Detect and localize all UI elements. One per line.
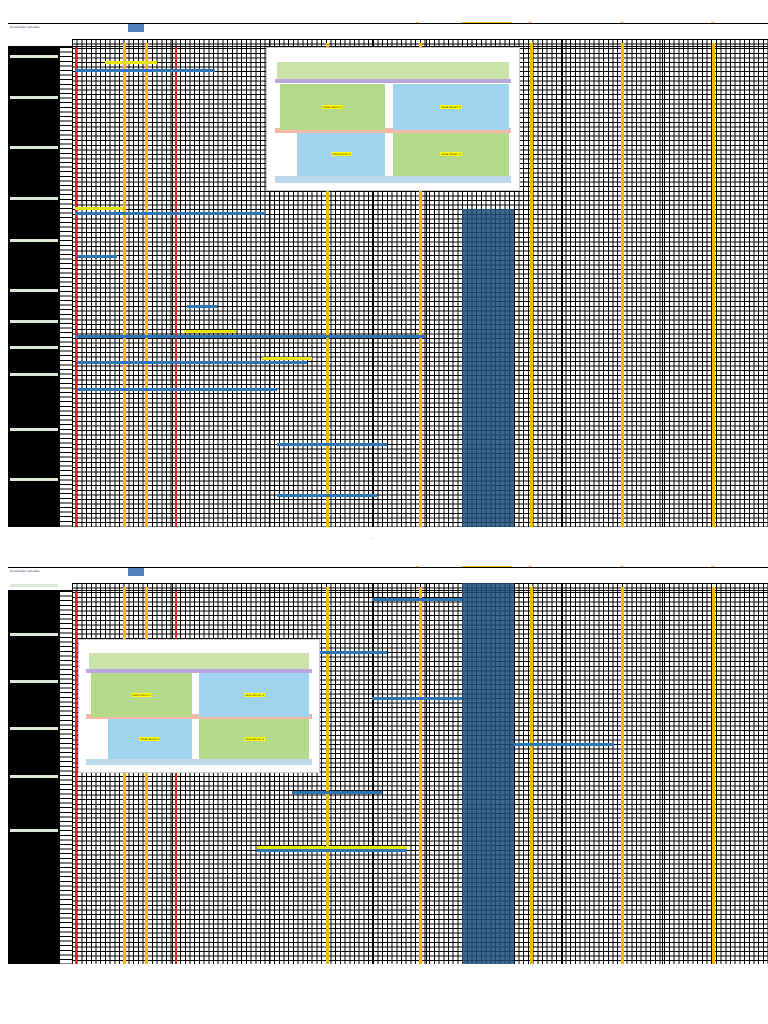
current-period-band [462,583,514,964]
milestone-column [712,587,715,964]
plan-top-strip [88,653,310,670]
plan-bottom-strip [86,758,312,766]
task-bar [77,361,307,364]
task-bar [514,743,614,746]
schedule-page: Construction schedule Clean Room 1 Clean R… [8,567,768,964]
plan-top-strip [277,62,509,80]
task-bar [262,357,312,360]
floor-plan-room: Clean Room 4 [393,133,509,176]
room-label: Clean Room 2 [330,152,352,157]
schedule-page: Construction schedule Clean Room 1 Clean R… [8,23,768,527]
task-bar [277,494,377,497]
section-label [10,346,58,349]
task-bar [184,330,236,333]
header-tag [128,568,144,576]
section-label [10,146,58,149]
section-label [10,428,58,431]
month-divider [172,39,173,527]
plan-bottom-strip [274,175,512,183]
month-divider [426,583,427,964]
milestone-column [530,43,533,527]
milestone-column [621,43,624,527]
floor-plan-image: Clean Room 1 Clean Room 2 Clean Room 3 Clea… [266,47,520,191]
section-label [10,829,58,832]
task-bar [105,61,157,64]
section-label [10,633,58,636]
header-tag [128,24,144,32]
section-label [10,96,58,99]
deadline-line [175,47,177,527]
month-divider [562,39,563,527]
milestone-column [712,43,715,527]
floor-plan-room: Clean Room 1 [91,673,192,717]
room-label: Clean Room 2 [139,736,161,741]
floor-plan-image: Clean Room 1 Clean Room 2 Clean Room 3 Clea… [78,639,320,773]
milestone-column [419,587,422,964]
document-title: Construction schedule [10,569,40,573]
room-label: Clean Room 4 [440,152,462,157]
milestone-column [326,587,329,964]
milestone-column [621,587,624,964]
section-label [10,373,58,376]
task-bar [277,443,387,446]
task-bar [187,305,217,308]
section-label [10,239,58,242]
task-bar [77,388,277,391]
task-name-column [8,47,60,527]
task-bar [75,207,123,210]
floor-plan-room: Clean Room 1 [279,83,386,131]
section-label [10,727,58,730]
room-label: Clean Room 3 [243,692,265,697]
section-label [10,680,58,683]
floor-plan-room: Clean Room 2 [297,133,386,176]
room-label: Clean Room 1 [130,692,152,697]
floor-plan-room: Clean Room 2 [107,719,192,759]
task-bar [77,255,117,258]
task-bar [372,598,462,601]
section-label [10,55,58,58]
month-divider [562,583,563,964]
section-label [10,478,58,481]
room-label: Clean Room 3 [440,104,462,109]
month-divider [662,39,663,527]
milestone-column [530,587,533,964]
room-label: Clean Room 4 [243,736,265,741]
task-bar [75,212,265,215]
month-divider [372,583,373,964]
page-marker: - 1 - [370,538,374,540]
milestone-column [145,43,148,527]
current-period-band [462,209,514,527]
task-bar [372,697,462,700]
task-bar [257,849,407,852]
section-label [10,197,58,200]
section-label [10,320,58,323]
section-label [10,584,58,587]
deadline-line [75,591,77,964]
task-bar [75,69,215,72]
floor-plan-room: Clean Room 3 [199,673,310,717]
floor-plan-room: Clean Room 3 [393,83,509,131]
month-divider [662,583,663,964]
document-title: Construction schedule [10,25,40,29]
floor-plan-room: Clean Room 4 [199,719,310,759]
section-label [10,775,58,778]
task-bar [75,335,425,338]
section-label [10,289,58,292]
deadline-line [75,47,77,527]
task-bar [292,791,382,794]
room-label: Clean Room 1 [321,104,344,109]
milestone-column [123,43,126,527]
